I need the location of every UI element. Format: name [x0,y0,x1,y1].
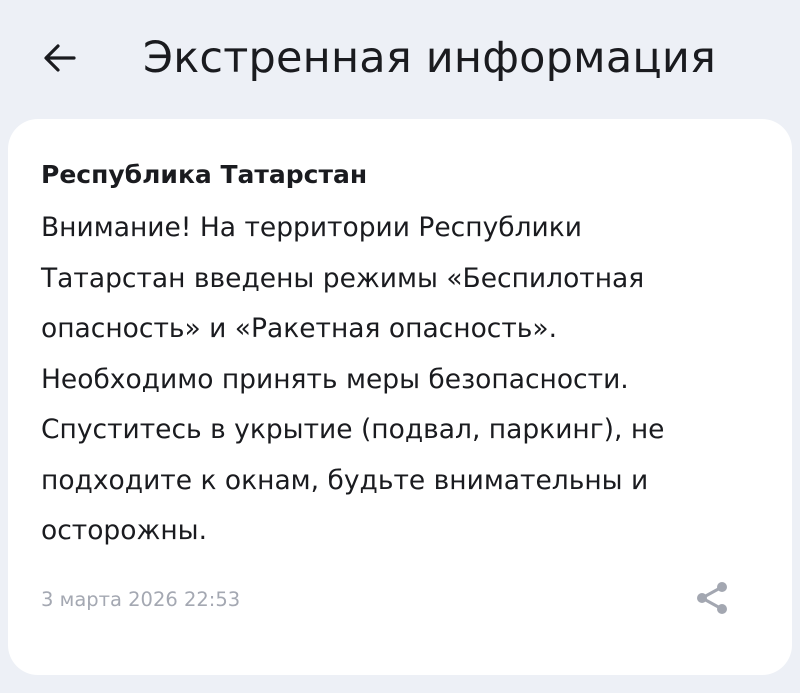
back-button[interactable] [28,26,92,90]
arrow-left-icon [44,44,76,72]
alert-region-title: Республика Татарстан [41,160,368,189]
alert-timestamp: 3 марта 2026 22:53 [41,588,241,611]
page-title: Экстренная информация [143,33,717,83]
alert-message: Внимание! На территории Республики Татар… [41,212,665,546]
share-button[interactable] [687,573,737,623]
alert-card: Республика Татарстан Внимание! На террит… [8,119,792,675]
share-icon [697,582,727,614]
app-header: Экстренная информация [0,0,800,118]
